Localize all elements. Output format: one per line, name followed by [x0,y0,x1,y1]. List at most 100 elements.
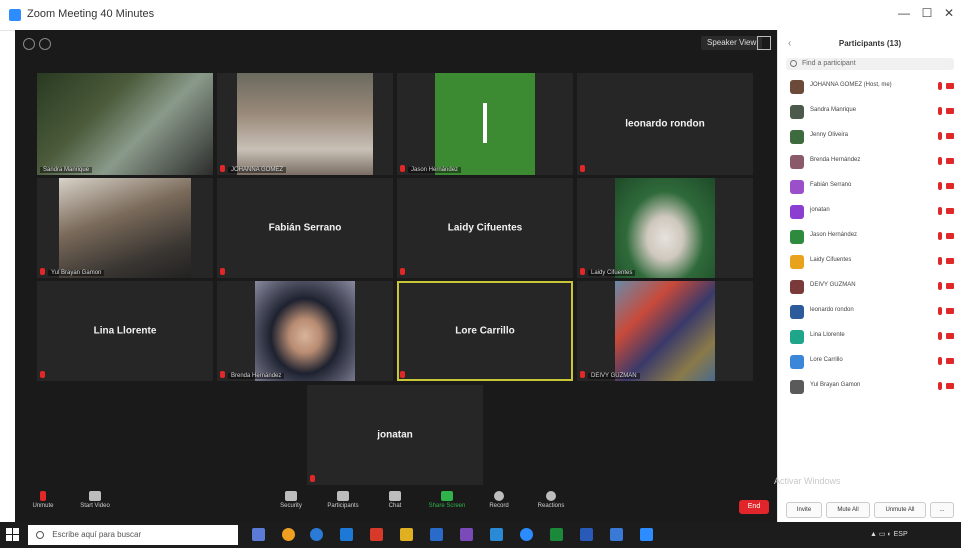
windows-start-icon[interactable] [6,528,20,542]
mic-muted-icon [938,157,942,165]
chat-icon [389,491,401,501]
participant-label: DEIVY GUZMAN [588,373,640,379]
mic-muted-icon [580,268,585,275]
video-tile[interactable]: Brenda Hernández [217,281,393,381]
zoom-taskbar-icon[interactable] [520,528,533,541]
internet-explorer-icon[interactable] [340,528,353,541]
avatar [790,230,804,244]
participant-video [59,178,191,278]
taskbar-search-placeholder: Escribe aquí para buscar [52,530,142,539]
excel-icon[interactable] [550,528,563,541]
video-tile[interactable]: DEIVY GUZMAN [577,281,753,381]
participant-row[interactable]: Lina Llorente [786,328,958,346]
edge-icon[interactable] [310,528,323,541]
video-off-icon [946,133,954,139]
mail-icon[interactable] [490,528,503,541]
share-screen-icon [441,491,453,501]
mic-muted-icon [400,371,405,378]
video-off-icon [946,258,954,264]
more-button[interactable]: ... [930,502,954,518]
invite-button[interactable]: Invite [786,502,822,518]
video-tile[interactable]: Laidy Cifuentes [577,178,753,278]
avatar [790,105,804,119]
mic-muted-icon [938,257,942,265]
mic-muted-icon [938,82,942,90]
video-tile[interactable]: Yul Brayan Gamon [37,178,213,278]
file-explorer-icon[interactable] [400,528,413,541]
fullscreen-icon[interactable] [757,36,771,50]
app-icon[interactable] [580,528,593,541]
shield-icon[interactable] [39,38,51,50]
video-grid: Speaker View Sandra Manrique JOHANNA GOM… [15,30,777,522]
video-tile[interactable]: Fabián Serrano [217,178,393,278]
avatar [790,330,804,344]
maximize-button[interactable]: ☐ [917,6,937,20]
participant-row[interactable]: Sandra Manrique [786,103,958,121]
mic-muted-icon [400,268,405,275]
info-icon[interactable] [23,38,35,50]
security-button[interactable]: Security [271,488,311,509]
avatar [790,380,804,394]
record-button[interactable]: Record [479,488,519,509]
unmute-all-button[interactable]: Unmute All [874,502,926,518]
system-tray[interactable]: ▲ ▭ ◐ ESP [870,530,908,538]
start-video-button[interactable]: Start Video [75,488,115,509]
video-tile[interactable]: JOHANNA GOMEZ [217,73,393,175]
search-placeholder: Find a participant [801,60,856,67]
participant-name: Sandra Manrique [810,107,857,113]
share-screen-button[interactable]: Share Screen [427,488,467,509]
task-view-icon[interactable] [252,528,265,541]
video-tile[interactable]: Lina Llorente [37,281,213,381]
word-icon[interactable] [430,528,443,541]
avatar [790,130,804,144]
participant-row[interactable]: Laidy Cifuentes [786,253,958,271]
participant-label: Laidy Cifuentes [588,270,636,276]
participant-row[interactable]: DEIVY GUZMAN [786,278,958,296]
chrome-icon[interactable] [282,528,295,541]
minimize-button[interactable]: — [894,6,914,20]
zoom-meeting-taskbar-icon[interactable] [640,528,653,541]
mic-muted-icon [938,307,942,315]
unmute-button[interactable]: Unmute [23,488,63,509]
speaker-view-button[interactable]: Speaker View [701,36,763,50]
participants-label: Participants [327,503,359,509]
participants-button[interactable]: Participants [323,488,363,509]
video-off-icon [946,308,954,314]
video-off-icon [946,83,954,89]
app-icon[interactable] [610,528,623,541]
participant-row[interactable]: Lore Carrillo [786,353,958,371]
mic-muted-icon [220,165,225,172]
participant-name: Lore Carrillo [455,325,515,337]
app-icon[interactable] [370,528,383,541]
video-tile-active-speaker[interactable]: Lore Carrillo [397,281,573,381]
video-tile[interactable]: Laidy Cifuentes [397,178,573,278]
video-tile[interactable]: Sandra Manrique [37,73,213,175]
close-button[interactable]: ✕ [939,6,959,20]
chat-button[interactable]: Chat [375,488,415,509]
reactions-button[interactable]: Reactions [531,488,571,509]
participant-row[interactable]: Jenny Oliveira [786,128,958,146]
end-meeting-button[interactable]: End [739,500,769,514]
participant-video [615,281,715,381]
avatar [790,180,804,194]
participant-row[interactable]: leonardo rondon [786,303,958,321]
participant-search-input[interactable]: Find a participant [786,58,954,70]
onenote-icon[interactable] [460,528,473,541]
participant-row[interactable]: Jason Hernández [786,228,958,246]
mic-muted-icon [40,268,45,275]
participant-row[interactable]: Brenda Hernández [786,153,958,171]
participant-row[interactable]: JOHANNA GOMEZ (Host, me) [786,78,958,96]
video-tile[interactable]: Jason Hernández [397,73,573,175]
mute-all-button[interactable]: Mute All [826,502,870,518]
video-camera-icon [89,491,101,501]
participant-row[interactable]: Yul Brayan Gamon [786,378,958,396]
participant-initial [483,103,487,143]
video-tile[interactable]: leonardo rondon [577,73,753,175]
participant-row[interactable]: Fabián Serrano [786,178,958,196]
avatar [790,255,804,269]
participant-video [615,178,715,278]
video-tile[interactable]: jonatan [307,385,483,485]
taskbar-search-input[interactable]: Escribe aquí para buscar [28,525,238,545]
mic-muted-icon [580,371,585,378]
participant-row[interactable]: jonatan [786,203,958,221]
